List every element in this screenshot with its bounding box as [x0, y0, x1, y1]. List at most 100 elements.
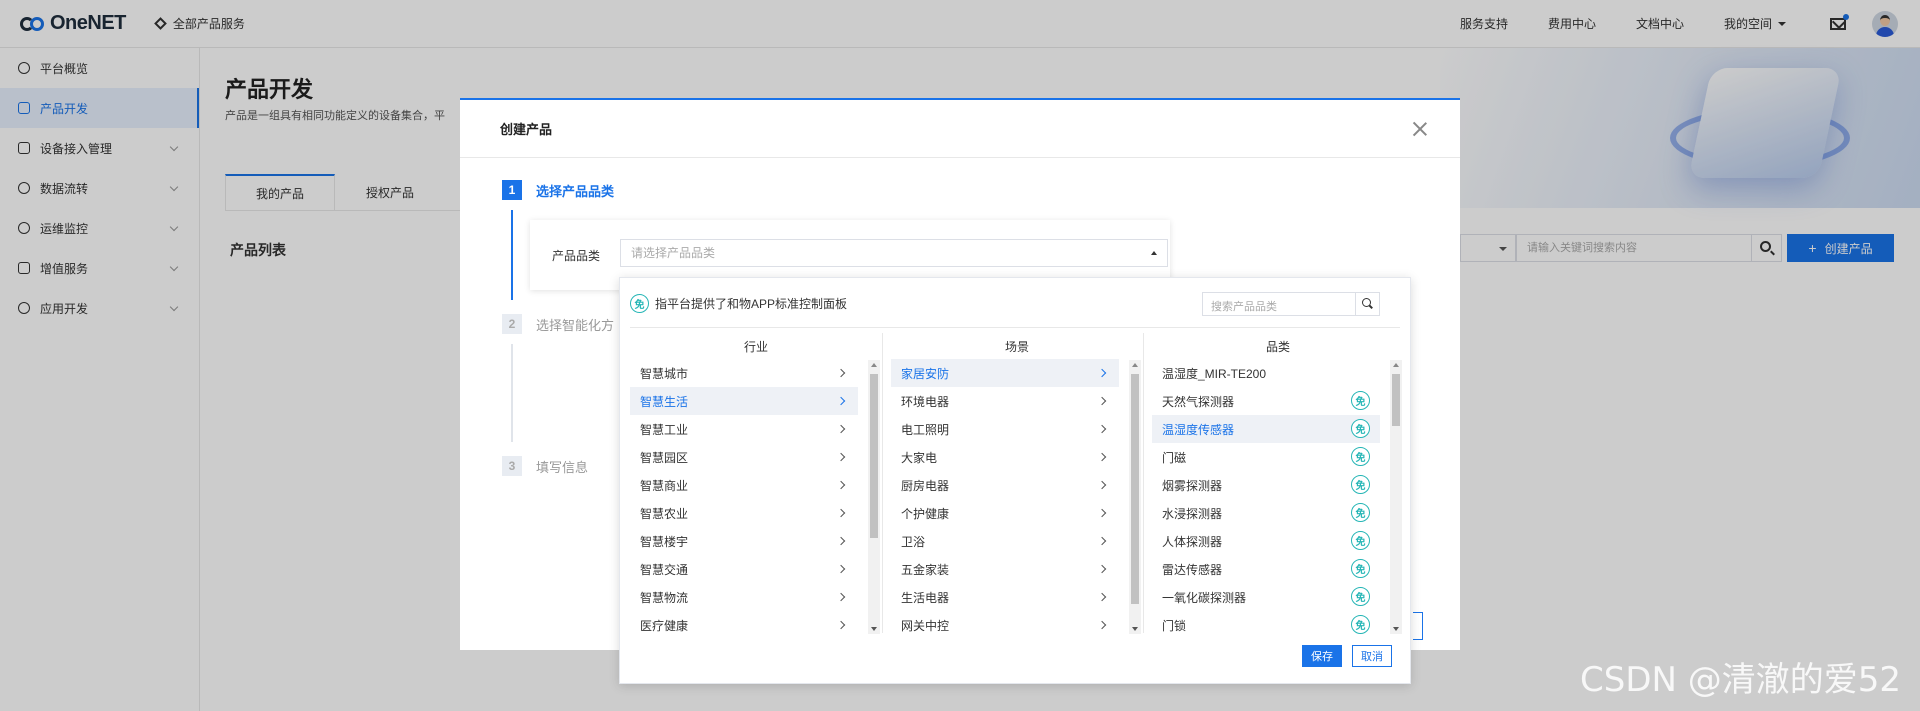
- scroll-thumb[interactable]: [870, 374, 878, 538]
- chevron-right-icon: [1097, 396, 1107, 406]
- chevron-right-icon: [836, 424, 846, 434]
- chevron-right-icon: [836, 508, 846, 518]
- list-item[interactable]: 生活电器: [891, 583, 1119, 611]
- scroll-up-icon: [1132, 363, 1138, 367]
- list-item[interactable]: 烟雾探测器免: [1152, 471, 1380, 499]
- search-placeholder: 搜索产品品类: [1211, 301, 1277, 313]
- chevron-right-icon: [836, 368, 846, 378]
- list-item[interactable]: 温湿度传感器免: [1152, 415, 1380, 443]
- column-header: 品类: [1265, 339, 1290, 354]
- list-item[interactable]: 智慧生活: [630, 387, 858, 415]
- list-item[interactable]: 人体探测器免: [1152, 527, 1380, 555]
- step-2: 2 选择智能化方: [502, 314, 614, 334]
- list-item[interactable]: 电工照明: [891, 415, 1119, 443]
- scroll-up-icon: [1393, 363, 1399, 367]
- column-divider: [1143, 333, 1144, 633]
- chevron-right-icon: [1097, 452, 1107, 462]
- chevron-right-icon: [1097, 620, 1107, 630]
- list-item[interactable]: 温湿度_MIR-TE200: [1152, 359, 1380, 387]
- step-label: 选择智能化方: [536, 317, 615, 333]
- free-badge-icon: 免: [1351, 419, 1370, 438]
- free-badge-icon: 免: [1351, 503, 1370, 522]
- column-header: 场景: [1004, 339, 1029, 354]
- list-item[interactable]: 环境电器: [891, 387, 1119, 415]
- free-badge-icon: 免: [1351, 475, 1370, 494]
- column-header: 行业: [743, 339, 768, 354]
- list-item[interactable]: 门锁免: [1152, 611, 1380, 639]
- list-item[interactable]: 智慧物流: [630, 583, 858, 611]
- divider: [630, 327, 1400, 328]
- scrollbar[interactable]: [1129, 360, 1141, 634]
- note-text: 指平台提供了和物APP标准控制面板: [655, 297, 848, 311]
- list-item[interactable]: 个护健康: [891, 499, 1119, 527]
- list-item[interactable]: 智慧城市: [630, 359, 858, 387]
- category-select[interactable]: 请选择产品品类: [620, 239, 1168, 267]
- chevron-right-icon: [836, 396, 846, 406]
- step-number: 1: [502, 180, 522, 200]
- step-label: 填写信息: [536, 459, 589, 475]
- list-item[interactable]: 一氧化碳探测器免: [1152, 583, 1380, 611]
- chevron-right-icon: [1097, 536, 1107, 546]
- scene-column: 场景 家居安防 环境电器 电工照明 大家电 厨房电器 个护健康 卫浴 五金家装 …: [891, 333, 1143, 634]
- chevron-right-icon: [836, 452, 846, 462]
- list-item[interactable]: 水浸探测器免: [1152, 499, 1380, 527]
- step-connector: [511, 344, 513, 442]
- free-badge-icon: 免: [1351, 559, 1370, 578]
- list-item[interactable]: 智慧交通: [630, 555, 858, 583]
- chevron-right-icon: [836, 536, 846, 546]
- cancel-button[interactable]: 取消: [1352, 645, 1392, 667]
- scroll-down-icon: [1132, 627, 1138, 631]
- list-item[interactable]: 智慧园区: [630, 443, 858, 471]
- list-item[interactable]: 门磁免: [1152, 443, 1380, 471]
- free-badge-icon: 免: [1351, 391, 1370, 410]
- list-item[interactable]: 卫浴: [891, 527, 1119, 555]
- list-item[interactable]: 雷达传感器免: [1152, 555, 1380, 583]
- scroll-thumb[interactable]: [1131, 374, 1139, 604]
- scrollbar[interactable]: [1390, 360, 1402, 634]
- category-search-input[interactable]: 搜索产品品类: [1202, 292, 1380, 316]
- search-icon: [1362, 298, 1371, 307]
- watermark-text: CSDN @清澈的爱52: [1580, 660, 1902, 700]
- scroll-down-icon: [871, 627, 877, 631]
- list-item[interactable]: 智慧工业: [630, 415, 858, 443]
- list-item[interactable]: 智慧商业: [630, 471, 858, 499]
- modal-header: 创建产品: [460, 100, 1460, 158]
- list-item[interactable]: 大家电: [891, 443, 1119, 471]
- chevron-right-icon: [836, 592, 846, 602]
- chevron-right-icon: [836, 564, 846, 574]
- scroll-up-icon: [871, 363, 877, 367]
- scrollbar[interactable]: [868, 360, 880, 634]
- free-badge-icon: 免: [1351, 531, 1370, 550]
- category-label: 产品品类: [552, 249, 601, 263]
- list-item[interactable]: 网关中控: [891, 611, 1119, 639]
- save-button[interactable]: 保存: [1302, 645, 1342, 667]
- chevron-right-icon: [1097, 564, 1107, 574]
- search-button[interactable]: [1355, 293, 1379, 315]
- list-item[interactable]: 天然气探测器免: [1152, 387, 1380, 415]
- category-dropdown: 免 指平台提供了和物APP标准控制面板 搜索产品品类 行业 智慧城市 智慧生活 …: [619, 277, 1411, 684]
- list-item[interactable]: 五金家装: [891, 555, 1119, 583]
- free-badge-icon: 免: [1351, 587, 1370, 606]
- list-item[interactable]: 医疗健康: [630, 611, 858, 639]
- free-badge-icon: 免: [1351, 615, 1370, 634]
- column-divider: [882, 333, 883, 633]
- step-number: 2: [502, 314, 522, 334]
- list-item[interactable]: 家居安防: [891, 359, 1119, 387]
- scroll-thumb[interactable]: [1392, 374, 1400, 426]
- step-1: 1 选择产品品类: [502, 180, 614, 200]
- category-placeholder: 请选择产品品类: [631, 246, 716, 260]
- chevron-right-icon: [1097, 424, 1107, 434]
- free-panel-note: 免 指平台提供了和物APP标准控制面板: [630, 294, 847, 313]
- step-label: 选择产品品类: [536, 183, 615, 199]
- list-item[interactable]: 智慧农业: [630, 499, 858, 527]
- chevron-right-icon: [836, 620, 846, 630]
- step-number: 3: [502, 456, 522, 476]
- list-item[interactable]: 智慧楼宇: [630, 527, 858, 555]
- list-item[interactable]: 厨房电器: [891, 471, 1119, 499]
- close-icon[interactable]: [1412, 121, 1428, 137]
- chevron-right-icon: [1097, 368, 1107, 378]
- chevron-right-icon: [1097, 592, 1107, 602]
- modal-footer-button[interactable]: [1413, 612, 1423, 640]
- caret-up-icon: [1151, 251, 1157, 255]
- free-badge-icon: 免: [1351, 447, 1370, 466]
